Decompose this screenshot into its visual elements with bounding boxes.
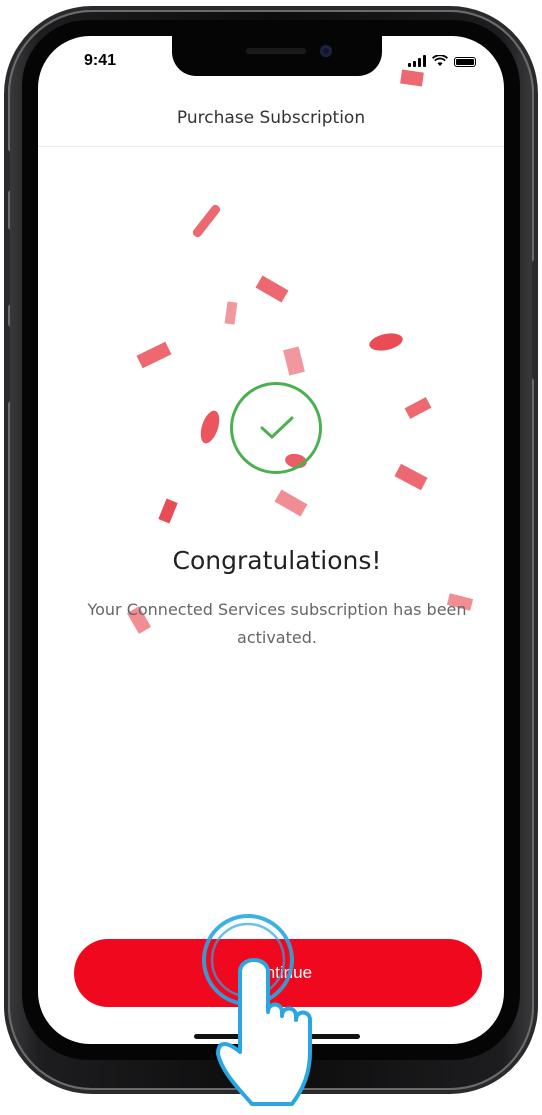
confetti-piece: [283, 346, 305, 376]
mute-switch: [4, 150, 10, 192]
app-screenshot: 9:41 Purchase Subscription Congratulatio…: [0, 0, 542, 1115]
confetti-piece: [394, 463, 428, 491]
home-indicator[interactable]: [194, 1034, 360, 1039]
volume-up-button: [4, 228, 10, 306]
front-camera: [320, 45, 332, 57]
header-divider: [38, 146, 504, 147]
page-title: Purchase Subscription: [176, 108, 366, 128]
confetti-piece: [136, 341, 172, 369]
confetti-piece: [255, 275, 289, 303]
confetti-piece: [191, 203, 222, 239]
power-button: [532, 260, 538, 380]
phone-screen: 9:41 Purchase Subscription Congratulatio…: [38, 36, 504, 1044]
confetti-piece: [367, 330, 405, 354]
status-icons: [408, 55, 476, 67]
speaker-grille: [246, 48, 306, 54]
continue-button[interactable]: Continue: [74, 939, 482, 1007]
confetti-piece: [274, 489, 308, 517]
volume-down-button: [4, 325, 10, 403]
status-time: 9:41: [84, 52, 117, 69]
cellular-signal-icon: [408, 55, 426, 67]
confetti-piece: [197, 408, 223, 446]
notch: [172, 36, 382, 76]
confetti-piece: [158, 498, 178, 524]
success-message: Your Connected Services subscription has…: [87, 600, 467, 647]
success-title: Congratulations!: [172, 546, 382, 575]
confetti-piece: [400, 69, 424, 87]
checkmark-icon: [260, 416, 294, 439]
confetti-piece: [404, 397, 432, 419]
confetti-piece: [224, 301, 238, 325]
wifi-icon: [432, 55, 448, 66]
battery-icon: [454, 57, 476, 67]
success-checkmark-icon: [230, 382, 322, 474]
